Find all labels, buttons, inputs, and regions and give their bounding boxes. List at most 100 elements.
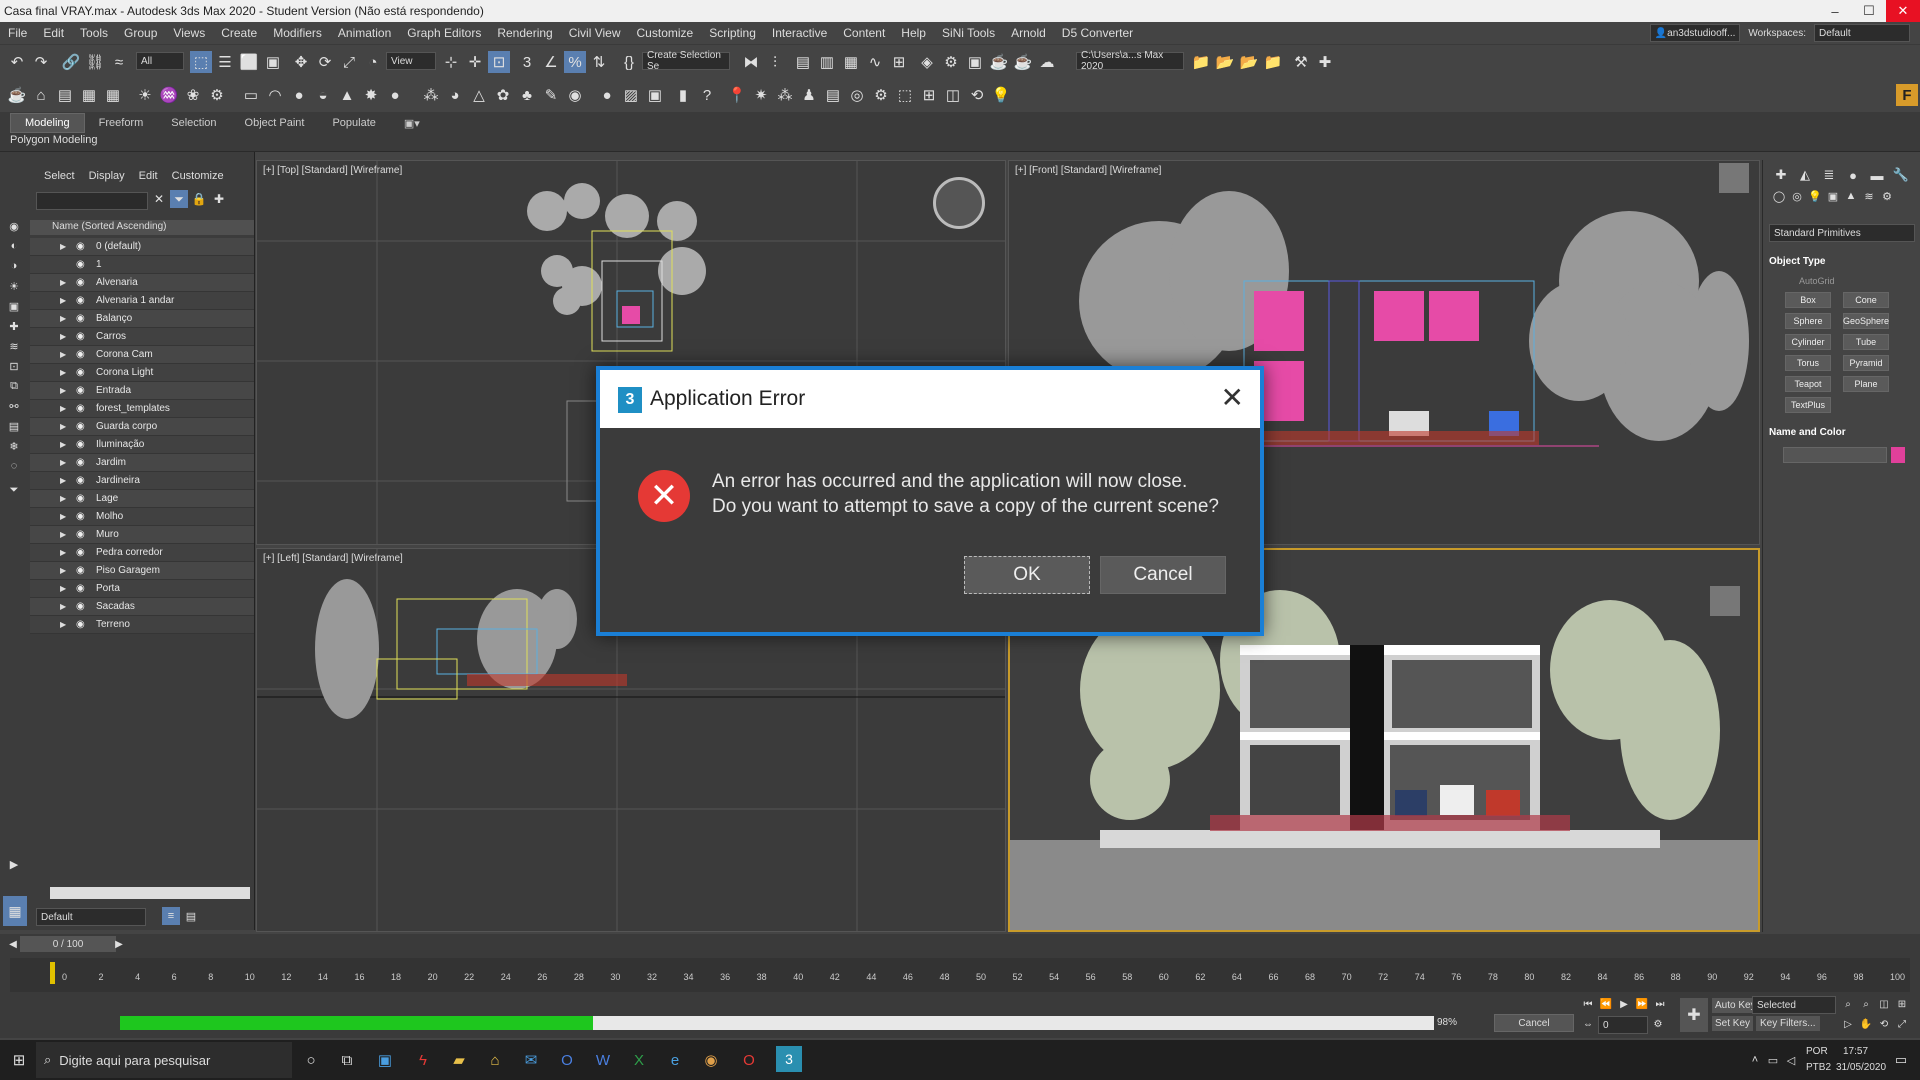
cortana-icon[interactable]: ○ xyxy=(300,1049,322,1071)
menu-content[interactable]: Content xyxy=(835,26,893,40)
track-bar[interactable]: 0 2 4 6 8 10 12 14 16 18 20 22 24 26 28 30 32 34 36 38 40 42 4… xyxy=(10,958,1910,992)
material-icon[interactable]: ◕ xyxy=(444,84,466,106)
clear-search-icon[interactable]: ✕ xyxy=(150,190,168,208)
selection-set-dropdown[interactable]: Create Selection Se xyxy=(642,50,730,72)
project-folder-icon[interactable]: 📁 xyxy=(1190,51,1212,73)
material-editor-icon[interactable]: ◈ xyxy=(916,51,938,73)
pyramid-button[interactable]: Pyramid xyxy=(1843,355,1889,371)
menu-help[interactable]: Help xyxy=(893,26,934,40)
viewcube-top[interactable] xyxy=(933,177,985,229)
lang-primary[interactable]: POR xyxy=(1806,1046,1828,1057)
outlook-icon[interactable]: O xyxy=(556,1049,578,1071)
proxy-icon[interactable]: ❀ xyxy=(182,84,204,106)
prev-frame-icon[interactable]: ⏪ xyxy=(1598,996,1614,1012)
scatter-icon[interactable]: ⁂ xyxy=(420,84,442,106)
menu-file[interactable]: File xyxy=(0,26,35,40)
teapot-icon[interactable]: ☕ xyxy=(6,84,28,106)
expand-arrow-icon[interactable]: ▶ xyxy=(60,350,70,359)
explorer-hscrollbar[interactable] xyxy=(50,887,250,899)
play-icon[interactable]: ▶ xyxy=(1616,996,1632,1012)
expand-arrow-icon[interactable]: ▶ xyxy=(60,620,70,629)
menu-scripting[interactable]: Scripting xyxy=(701,26,764,40)
layer-row[interactable]: ▶ ◉ Sacadas xyxy=(30,598,254,616)
menu-graph-editors[interactable]: Graph Editors xyxy=(399,26,489,40)
selection-filter-dropdown[interactable]: All xyxy=(136,52,184,70)
menu-arnold[interactable]: Arnold xyxy=(1003,26,1054,40)
filter-toggle-icon[interactable]: ⏷ xyxy=(170,190,188,208)
expand-arrow-icon[interactable]: ▶ xyxy=(60,332,70,341)
expand-arrow-icon[interactable]: ▶ xyxy=(60,296,70,305)
layer-row[interactable]: ▶ ◉ Alvenaria 1 andar xyxy=(30,292,254,310)
window-crossing-icon[interactable]: ▣ xyxy=(262,51,284,73)
xrefs-filter-icon[interactable]: ⧉ xyxy=(4,378,24,394)
curve-editor-icon[interactable]: ∿ xyxy=(864,51,886,73)
select-object-icon[interactable]: ⬚ xyxy=(190,51,212,73)
vfb-icon[interactable]: ▤ xyxy=(54,84,76,106)
layer-dropdown[interactable]: Default xyxy=(36,908,146,926)
menu-views[interactable]: Views xyxy=(165,26,213,40)
visibility-eye-icon[interactable]: ◉ xyxy=(76,331,88,342)
rotate-icon[interactable]: ⟳ xyxy=(314,51,336,73)
visibility-eye-icon[interactable]: ◉ xyxy=(76,583,88,594)
rect-region-icon[interactable]: ⬜ xyxy=(238,51,260,73)
light-lister-icon[interactable]: ☀ xyxy=(134,84,156,106)
key-selection-dropdown[interactable]: Selected xyxy=(1752,996,1836,1014)
sphere-button[interactable]: Sphere xyxy=(1785,313,1831,329)
tab-modeling[interactable]: Modeling xyxy=(10,113,85,133)
expand-arrow-icon[interactable]: ▶ xyxy=(60,548,70,557)
zoom-all-icon[interactable]: ⌕ xyxy=(1858,996,1874,1012)
3dsmax-taskbar-icon[interactable]: 3 xyxy=(776,1046,802,1072)
layer-row[interactable]: ▶ ◉ Terreno xyxy=(30,616,254,634)
layer-row[interactable]: ▶ ◉ Jardim xyxy=(30,454,254,472)
mail-icon[interactable]: ✉ xyxy=(520,1049,542,1071)
explorer-menu-select[interactable]: Select xyxy=(44,170,75,182)
textplus-button[interactable]: TextPlus xyxy=(1785,397,1831,413)
forest-icon[interactable]: ✿ xyxy=(492,84,514,106)
task-view-icon[interactable]: ⧉ xyxy=(336,1049,358,1071)
spacewarps-icon[interactable]: ≋ xyxy=(1861,188,1877,204)
visibility-eye-icon[interactable]: ◉ xyxy=(76,493,88,504)
sun-icon[interactable]: ✸ xyxy=(360,84,382,106)
frame-icon[interactable]: ⊞ xyxy=(918,84,940,106)
current-frame-input[interactable]: 0 xyxy=(1598,1016,1648,1034)
shape-icon[interactable]: ⌂ xyxy=(30,84,52,106)
visibility-eye-icon[interactable]: ◉ xyxy=(76,547,88,558)
list-icon[interactable]: ▤ xyxy=(822,84,844,106)
menu-edit[interactable]: Edit xyxy=(35,26,72,40)
table-icon[interactable]: ▦ xyxy=(78,84,100,106)
snaps-toggle-icon[interactable]: 3 xyxy=(516,51,538,73)
viewport-layout-icon[interactable]: ▦ xyxy=(3,896,27,926)
explorer-menu-customize[interactable]: Customize xyxy=(172,170,224,182)
teapot-button[interactable]: Teapot xyxy=(1785,376,1831,392)
containers-filter-icon[interactable]: ▤ xyxy=(4,418,24,434)
word-icon[interactable]: W xyxy=(592,1049,614,1071)
fur-icon[interactable]: ♒ xyxy=(158,84,180,106)
visibility-eye-icon[interactable]: ◉ xyxy=(76,349,88,360)
filter-icon[interactable]: ⏷ xyxy=(4,482,24,498)
account-dropdown[interactable]: 👤 an3dstudiooff... xyxy=(1649,24,1741,42)
place-icon[interactable]: ◔ xyxy=(362,51,384,73)
figure-icon[interactable]: ♟ xyxy=(798,84,820,106)
layer-row[interactable]: ▶ ◉ Pedra corredor xyxy=(30,544,254,562)
expand-arrow-icon[interactable]: ▶ xyxy=(60,476,70,485)
key-filters-button[interactable]: Key Filters... xyxy=(1756,1016,1820,1031)
flash-app-icon[interactable]: ϟ xyxy=(412,1049,434,1071)
layer-row[interactable]: ▶ ◉ Balanço xyxy=(30,310,254,328)
hidden-filter-icon[interactable]: ◌ xyxy=(4,458,24,474)
name-color-rollout[interactable]: Name and Color xyxy=(1769,427,1846,438)
layer-row[interactable]: ▶ ◉ Corona Cam xyxy=(30,346,254,364)
plane-icon[interactable]: ▭ xyxy=(240,84,262,106)
excel-icon[interactable]: X xyxy=(628,1049,650,1071)
geometry-icon[interactable]: ◯ xyxy=(1771,188,1787,204)
scale-icon[interactable]: ⤢ xyxy=(338,51,360,73)
expand-panel-icon[interactable]: ▶ xyxy=(4,856,24,872)
helpers-icon[interactable]: ▲ xyxy=(1843,188,1859,204)
percent-snap-icon[interactable]: % xyxy=(564,51,586,73)
object-name-input[interactable] xyxy=(1783,447,1887,463)
render-frame-icon[interactable]: ▣ xyxy=(964,51,986,73)
layer-row[interactable]: ▶ ◉ Iluminação xyxy=(30,436,254,454)
layer-row[interactable]: ▶ ◉ Molho xyxy=(30,508,254,526)
windows-start-icon[interactable]: ⊞ xyxy=(8,1049,30,1071)
render-region-icon[interactable]: ⬚ xyxy=(894,84,916,106)
motion-tab-icon[interactable]: ● xyxy=(1843,166,1863,184)
